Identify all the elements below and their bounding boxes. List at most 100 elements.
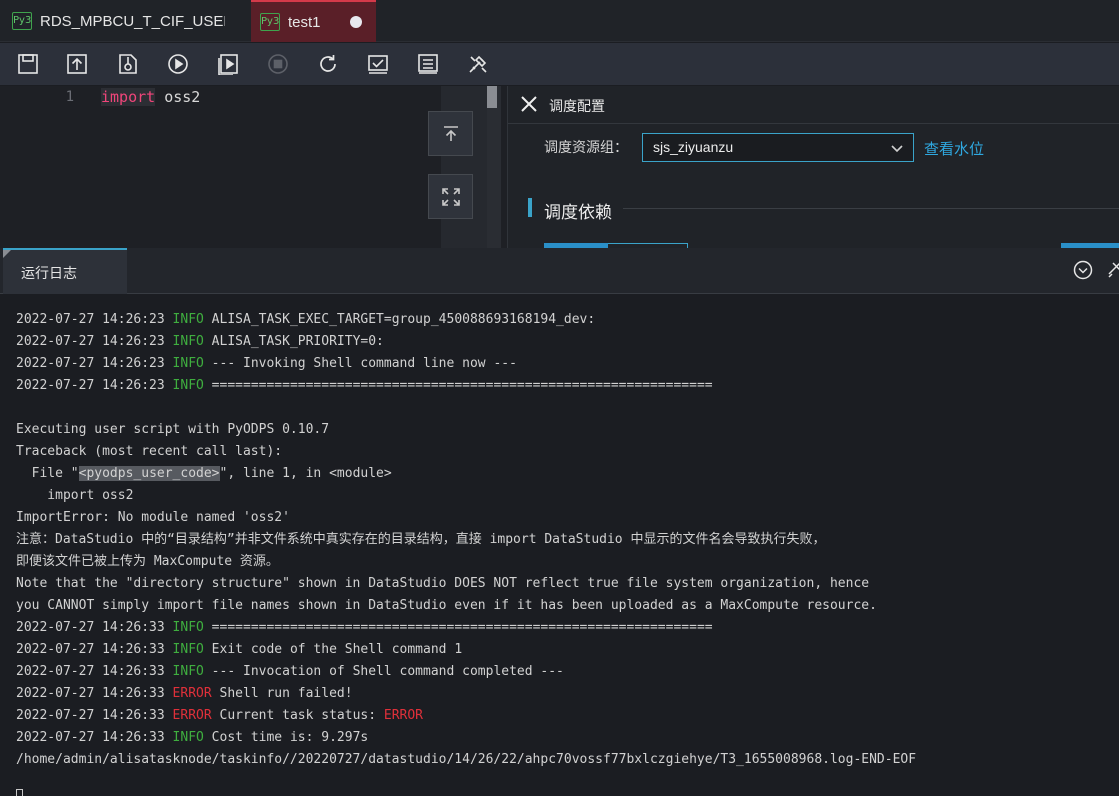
code-editor[interactable]: 1 import oss2 (0, 86, 507, 248)
tab-run-log[interactable]: 运行日志 (3, 248, 127, 294)
log-text: ImportError: No module named 'oss2' (16, 510, 290, 525)
log-message: --- Invocation of Shell command complete… (203, 664, 564, 679)
schedule-config-panel: 调度配置 调度资源组： sjs_ziyuanzu 查看水位 调度依赖 (507, 86, 1119, 248)
publish-icon[interactable] (115, 51, 141, 77)
code-line[interactable]: import oss2 (101, 86, 441, 110)
log-message: Exit code of the Shell command 1 (203, 642, 463, 657)
log-line: Executing user script with PyODPS 0.10.7 (16, 419, 1119, 441)
log-text: ", line 1, in <module> (219, 466, 392, 481)
log-line: import oss2 (16, 485, 1119, 507)
log-text: 即便该文件已被上传为 MaxCompute 资源。 (16, 554, 279, 569)
python3-icon: Py3 (260, 13, 280, 31)
log-text: 注意：DataStudio 中的“目录结构”并非文件系统中真实存在的目录结构，直… (16, 532, 826, 547)
log-message: Cost time is: 9.297s (203, 730, 369, 745)
log-message: ALISA_TASK_PRIORITY=0: (203, 334, 384, 349)
log-text: import oss2 (16, 488, 134, 503)
editor-scrollbar-track[interactable] (487, 86, 501, 248)
log-line: Traceback (most recent call last): (16, 441, 1119, 463)
run-log-output[interactable]: 2022-07-27 14:26:23 INFO ALISA_TASK_EXEC… (0, 295, 1119, 796)
log-status-level: ERROR (383, 708, 424, 723)
log-tab-title: 运行日志 (21, 265, 77, 281)
log-timestamp: 2022-07-27 14:26:33 (16, 730, 173, 745)
log-text: Executing user script with PyODPS 0.10.7 (16, 422, 330, 437)
log-timestamp: 2022-07-27 14:26:33 (16, 708, 173, 723)
log-level: INFO (172, 356, 204, 371)
log-timestamp: 2022-07-27 14:26:33 (16, 664, 173, 679)
log-timestamp: 2022-07-27 14:26:23 (16, 356, 173, 371)
log-highlight: <pyodps_user_code> (78, 466, 220, 481)
close-icon[interactable] (520, 95, 538, 113)
log-panel-header: 运行日志 (0, 248, 1119, 294)
log-text: you CANNOT simply import file names show… (16, 598, 877, 613)
log-text: /home/admin/alisatasknode/taskinfo//2022… (16, 752, 917, 767)
log-timestamp: 2022-07-27 14:26:23 (16, 334, 173, 349)
pin-icon[interactable] (1107, 261, 1119, 279)
file-tab-test1[interactable]: Py3 test1 (251, 0, 376, 42)
log-line: 2022-07-27 14:26:23 INFO ===============… (16, 375, 1119, 397)
resource-group-select[interactable]: sjs_ziyuanzu (642, 133, 914, 162)
resource-group-label: 调度资源组： (544, 139, 628, 155)
file-tab-bar: Py3 RDS_MPBCU_T_CIF_USER... Py3 test1 (0, 0, 1119, 42)
format-icon[interactable] (415, 51, 441, 77)
log-level: ERROR (172, 686, 212, 701)
log-level: INFO (172, 620, 204, 635)
log-line: 2022-07-27 14:26:33 INFO --- Invocation … (16, 661, 1119, 683)
chevron-down-icon (891, 145, 903, 153)
view-watermark-link[interactable]: 查看水位 (924, 138, 984, 159)
log-line: you CANNOT simply import file names show… (16, 595, 1119, 617)
tab-title: test1 (288, 13, 321, 31)
unsaved-dot-icon[interactable] (350, 16, 362, 28)
log-line: 注意：DataStudio 中的“目录结构”并非文件系统中真实存在的目录结构，直… (16, 529, 1119, 551)
fullscreen-icon[interactable] (428, 174, 473, 219)
log-timestamp: 2022-07-27 14:26:33 (16, 642, 173, 657)
log-message: --- Invoking Shell command line now --- (203, 356, 517, 371)
log-timestamp: 2022-07-27 14:26:33 (16, 620, 173, 635)
panel-header: 调度配置 (508, 86, 1119, 124)
code-area[interactable]: import oss2 (101, 86, 441, 248)
collapse-down-icon[interactable] (1073, 260, 1093, 280)
file-tab-rds[interactable]: Py3 RDS_MPBCU_T_CIF_USER... (0, 0, 250, 42)
log-line: 2022-07-27 14:26:33 ERROR Shell run fail… (16, 683, 1119, 705)
python3-icon: Py3 (12, 12, 32, 30)
check-icon[interactable] (365, 51, 391, 77)
log-level: INFO (172, 642, 204, 657)
section-divider (623, 208, 1119, 209)
log-level: INFO (172, 664, 204, 679)
tools-icon[interactable] (465, 51, 491, 77)
log-level: INFO (172, 334, 204, 349)
section-accent-bar (528, 198, 532, 217)
corner-mark (3, 250, 11, 258)
resource-group-value: sjs_ziyuanzu (653, 139, 734, 155)
submit-icon[interactable] (64, 51, 90, 77)
log-line: 2022-07-27 14:26:33 ERROR Current task s… (16, 705, 1119, 727)
log-message: Current task status: (211, 708, 384, 723)
identifier-token: oss2 (155, 88, 201, 106)
scroll-to-top-icon[interactable] (428, 111, 473, 156)
reload-icon[interactable] (315, 51, 341, 77)
dependency-section-title: 调度依赖 (544, 203, 612, 222)
run-icon[interactable] (165, 51, 191, 77)
stop-icon[interactable] (265, 51, 291, 77)
log-line: 即便该文件已被上传为 MaxCompute 资源。 (16, 551, 1119, 573)
log-line: Note that the "directory structure" show… (16, 573, 1119, 595)
log-line: ImportError: No module named 'oss2' (16, 507, 1119, 529)
log-line: 2022-07-27 14:26:23 INFO ALISA_TASK_PRIO… (16, 331, 1119, 353)
log-message: ========================================… (203, 620, 713, 635)
log-level: INFO (172, 378, 204, 393)
log-line: 2022-07-27 14:26:23 INFO ALISA_TASK_EXEC… (16, 309, 1119, 331)
log-line: File "<pyodps_user_code>", line 1, in <m… (16, 463, 1119, 485)
log-message: ALISA_TASK_EXEC_TARGET=group_45008869316… (203, 312, 596, 327)
editor-scrollbar-thumb[interactable] (487, 86, 497, 108)
log-level: INFO (172, 312, 204, 327)
keyword-token: import (101, 88, 156, 106)
editor-toolbar (0, 43, 1119, 85)
line-number: 1 (65, 89, 74, 105)
log-text: File " (16, 466, 79, 481)
log-line: 2022-07-27 14:26:23 INFO --- Invoking Sh… (16, 353, 1119, 375)
save-icon[interactable] (15, 51, 41, 77)
run-with-params-icon[interactable] (215, 51, 241, 77)
log-message: ========================================… (203, 378, 713, 393)
panel-title: 调度配置 (549, 98, 605, 114)
log-timestamp: 2022-07-27 14:26:23 (16, 378, 173, 393)
